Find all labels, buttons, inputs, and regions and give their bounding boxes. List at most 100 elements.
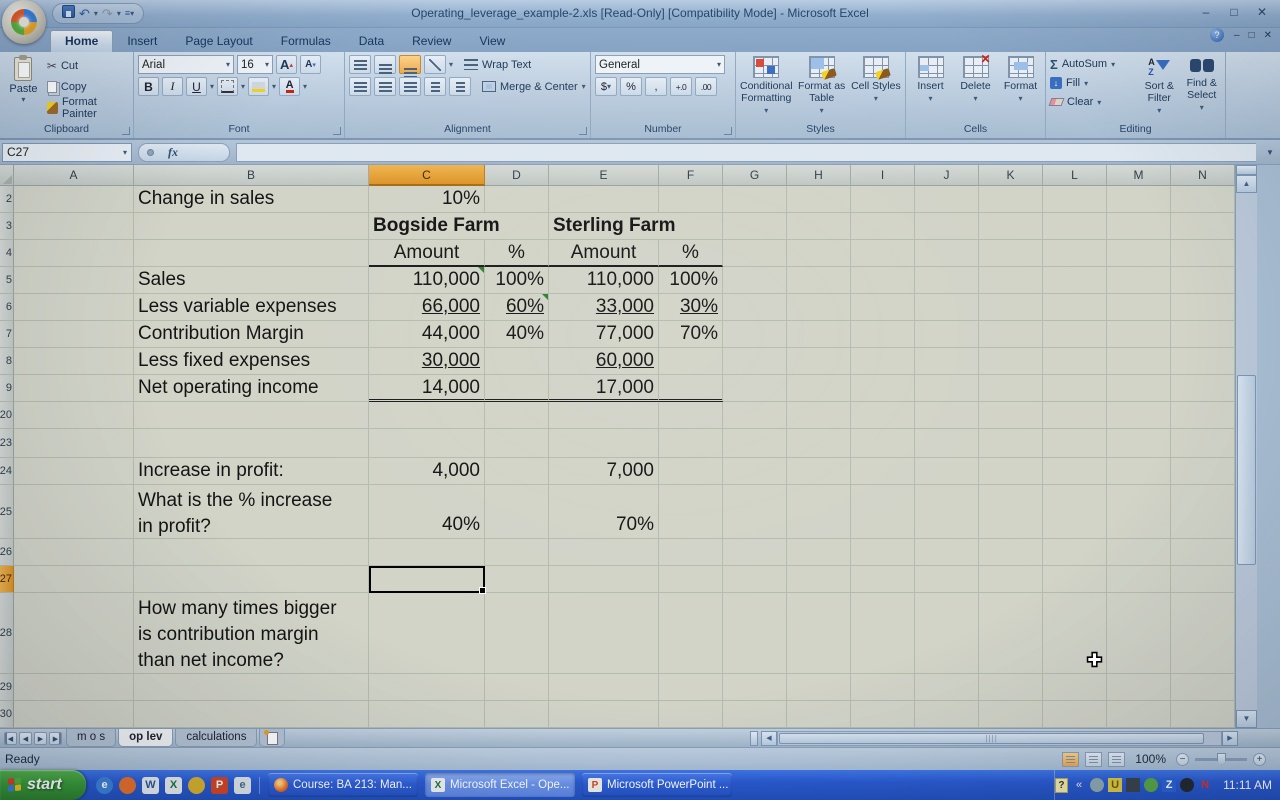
italic-button[interactable]: I	[162, 77, 183, 96]
cell-B23[interactable]	[134, 429, 369, 458]
cell-J24[interactable]	[915, 458, 979, 485]
zoom-out-button[interactable]: −	[1176, 753, 1189, 766]
cell-G19[interactable]	[723, 375, 787, 402]
cell-C17[interactable]: 44,000	[369, 321, 485, 348]
cell-C26[interactable]	[369, 539, 485, 566]
cell-I25[interactable]	[851, 485, 915, 539]
cell-I27[interactable]	[851, 566, 915, 593]
cell-D25[interactable]	[485, 485, 549, 539]
taskbar-button-powerpoint[interactable]: PMicrosoft PowerPoint ...	[582, 773, 732, 797]
cell-E18[interactable]: 60,000	[549, 348, 659, 375]
vertical-scrollbar[interactable]: ▲ ▼	[1235, 165, 1257, 728]
cell-I17[interactable]	[851, 321, 915, 348]
cell-M29[interactable]	[1107, 674, 1171, 701]
word-icon[interactable]: W	[142, 777, 159, 794]
column-header-A[interactable]: A	[14, 165, 134, 186]
cell-K29[interactable]	[979, 674, 1043, 701]
cell-D28[interactable]	[485, 593, 549, 674]
taskbar-button-firefox[interactable]: Course: BA 213: Man...	[268, 773, 418, 797]
font-name-select[interactable]: Arial▾	[138, 55, 234, 74]
cell-G14[interactable]	[723, 240, 787, 267]
row-header-12[interactable]: 2	[0, 186, 14, 213]
cell-J30[interactable]	[915, 701, 979, 728]
cell-F30[interactable]	[659, 701, 723, 728]
tray-help-icon[interactable]: ?	[1055, 778, 1068, 793]
cell-L16[interactable]	[1043, 294, 1107, 321]
cell-K20[interactable]	[979, 402, 1043, 429]
cell-E23[interactable]	[549, 429, 659, 458]
format-cells-button[interactable]: Format▾	[1000, 55, 1041, 123]
cell-M19[interactable]	[1107, 375, 1171, 402]
cell-A28[interactable]	[14, 593, 134, 674]
cell-J29[interactable]	[915, 674, 979, 701]
align-bottom-button[interactable]	[399, 55, 421, 74]
cell-K17[interactable]	[979, 321, 1043, 348]
column-header-G[interactable]: G	[723, 165, 787, 186]
cell-I18[interactable]	[851, 348, 915, 375]
cell-J13[interactable]	[915, 213, 979, 240]
start-button[interactable]: start	[0, 770, 86, 800]
cell-E17[interactable]: 77,000	[549, 321, 659, 348]
scroll-up-button[interactable]: ▲	[1236, 175, 1257, 193]
column-header-C[interactable]: C	[369, 165, 485, 186]
cell-A30[interactable]	[14, 701, 134, 728]
cell-K12[interactable]	[979, 186, 1043, 213]
tray-icon-5[interactable]: Z	[1162, 778, 1176, 792]
row-header-17[interactable]: 7	[0, 321, 14, 348]
cell-H25[interactable]	[787, 485, 851, 539]
sheet-tab-m-o-s[interactable]: m o s	[66, 729, 116, 747]
tab-review[interactable]: Review	[398, 31, 465, 52]
cell-L23[interactable]	[1043, 429, 1107, 458]
minimize-button[interactable]: –	[1198, 5, 1214, 19]
cell-D16[interactable]: 60%	[485, 294, 549, 321]
cell-A14[interactable]	[14, 240, 134, 267]
office-button[interactable]	[2, 0, 46, 44]
cell-N27[interactable]	[1171, 566, 1235, 593]
cell-F19[interactable]	[659, 375, 723, 402]
cell-N19[interactable]	[1171, 375, 1235, 402]
row-header-13[interactable]: 3	[0, 213, 14, 240]
cell-I20[interactable]	[851, 402, 915, 429]
cell-A19[interactable]	[14, 375, 134, 402]
column-header-B[interactable]: B	[134, 165, 369, 186]
underline-button[interactable]: U	[186, 77, 207, 96]
cell-M30[interactable]	[1107, 701, 1171, 728]
workbook-restore-button[interactable]: □	[1249, 30, 1255, 41]
split-handle[interactable]	[1236, 165, 1257, 175]
cell-N14[interactable]	[1171, 240, 1235, 267]
sheet-tab-calculations[interactable]: calculations	[175, 729, 257, 747]
cell-G25[interactable]	[723, 485, 787, 539]
font-dialog-launcher[interactable]	[333, 127, 341, 135]
align-center-button[interactable]	[374, 77, 396, 96]
cell-G15[interactable]	[723, 267, 787, 294]
tab-split-handle[interactable]	[750, 731, 758, 746]
cell-L20[interactable]	[1043, 402, 1107, 429]
cell-A29[interactable]	[14, 674, 134, 701]
clipboard-dialog-launcher[interactable]	[122, 127, 130, 135]
insert-function-button[interactable]: fx	[138, 143, 230, 162]
cell-E16[interactable]: 33,000	[549, 294, 659, 321]
cell-F18[interactable]	[659, 348, 723, 375]
align-top-button[interactable]	[349, 55, 371, 74]
cell-N24[interactable]	[1171, 458, 1235, 485]
bold-button[interactable]: B	[138, 77, 159, 96]
cell-A18[interactable]	[14, 348, 134, 375]
cell-N13[interactable]	[1171, 213, 1235, 240]
fill-button[interactable]: ↓Fill▾	[1050, 74, 1136, 92]
row-header-20[interactable]: 20	[0, 402, 14, 429]
cell-F26[interactable]	[659, 539, 723, 566]
cell-H29[interactable]	[787, 674, 851, 701]
row-header-23[interactable]: 23	[0, 429, 14, 458]
cell-F25[interactable]	[659, 485, 723, 539]
cell-G13[interactable]	[723, 213, 787, 240]
cell-L24[interactable]	[1043, 458, 1107, 485]
select-all-corner[interactable]	[0, 165, 14, 186]
cell-D30[interactable]	[485, 701, 549, 728]
cell-K28[interactable]	[979, 593, 1043, 674]
cell-N17[interactable]	[1171, 321, 1235, 348]
cell-A12[interactable]	[14, 186, 134, 213]
cell-K14[interactable]	[979, 240, 1043, 267]
cell-G28[interactable]	[723, 593, 787, 674]
cell-I12[interactable]	[851, 186, 915, 213]
font-color-button[interactable]: A	[279, 77, 300, 96]
